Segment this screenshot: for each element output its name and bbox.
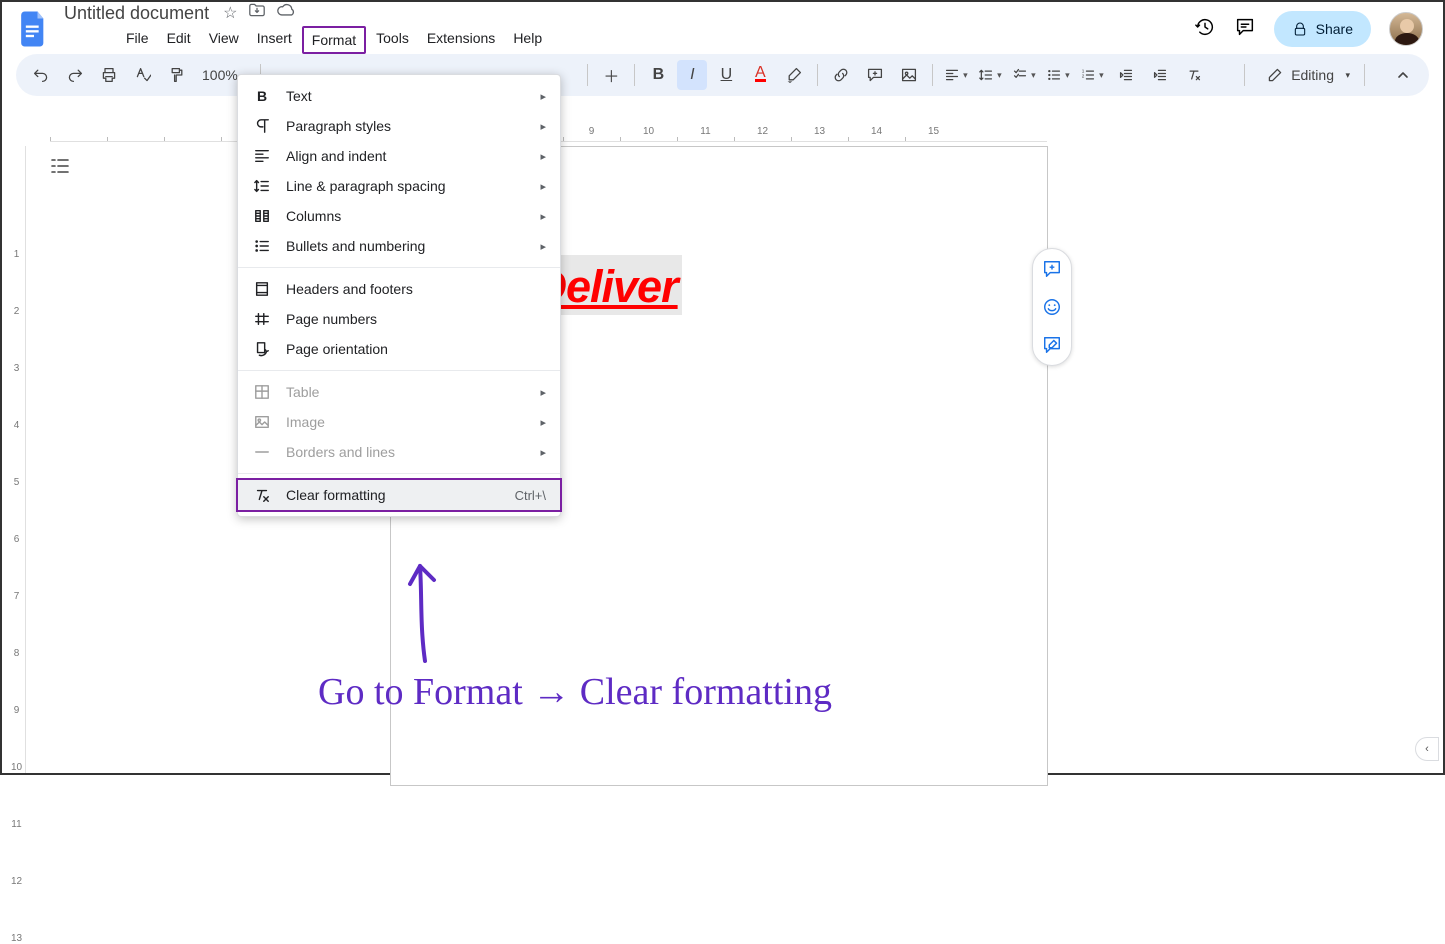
menu-file[interactable]: File xyxy=(118,26,157,54)
share-button[interactable]: Share xyxy=(1274,11,1371,47)
align-button[interactable] xyxy=(941,60,971,90)
outline-toggle-button[interactable] xyxy=(46,152,74,180)
document-title[interactable]: Untitled document xyxy=(58,1,215,26)
title-area: Untitled document ☆ File Edit View Inser… xyxy=(58,1,1194,58)
redo-button[interactable] xyxy=(60,60,90,90)
menu-insert[interactable]: Insert xyxy=(249,26,300,54)
annotation-arrow xyxy=(400,556,450,666)
comments-icon[interactable] xyxy=(1234,16,1256,43)
separator xyxy=(932,64,933,86)
history-icon[interactable] xyxy=(1194,16,1216,43)
docs-logo-icon[interactable] xyxy=(14,9,54,49)
menu-view[interactable]: View xyxy=(201,26,247,54)
spellcheck-button[interactable] xyxy=(128,60,158,90)
separator xyxy=(238,267,560,268)
header: Untitled document ☆ File Edit View Inser… xyxy=(2,2,1443,50)
increase-indent-button[interactable] xyxy=(1145,60,1175,90)
italic-button[interactable]: I xyxy=(677,60,707,90)
menubar: File Edit View Insert Format Tools Exten… xyxy=(58,26,1194,58)
annotation-text: Go to Format → Clear formatting xyxy=(318,670,832,714)
undo-button[interactable] xyxy=(26,60,56,90)
menu-headers-footers[interactable]: Headers and footers xyxy=(238,274,560,304)
add-comment-icon[interactable] xyxy=(1040,257,1064,281)
menu-text[interactable]: BText▸ xyxy=(238,81,560,111)
menu-image: Image▸ xyxy=(238,407,560,437)
separator xyxy=(817,64,818,86)
checklist-button[interactable] xyxy=(1009,60,1039,90)
add-comment-button[interactable] xyxy=(860,60,890,90)
menu-page-orientation[interactable]: Page orientation xyxy=(238,334,560,364)
menu-clear-formatting[interactable]: Clear formattingCtrl+\ xyxy=(236,478,562,512)
menu-format[interactable]: Format xyxy=(302,26,366,54)
menu-edit[interactable]: Edit xyxy=(159,26,199,54)
separator xyxy=(1244,64,1245,86)
editing-mode-label: Editing xyxy=(1291,67,1334,83)
menu-line-spacing[interactable]: Line & paragraph spacing▸ xyxy=(238,171,560,201)
editing-mode-button[interactable]: Editing xyxy=(1259,67,1350,83)
print-button[interactable] xyxy=(94,60,124,90)
numbered-list-button[interactable]: 12 xyxy=(1077,60,1107,90)
move-icon[interactable] xyxy=(249,3,265,23)
separator xyxy=(634,64,635,86)
star-icon[interactable]: ☆ xyxy=(223,3,237,23)
vertical-ruler[interactable]: 12345678910111213 xyxy=(8,146,26,773)
separator xyxy=(238,370,560,371)
clear-formatting-button[interactable] xyxy=(1179,60,1209,90)
line-spacing-button[interactable] xyxy=(975,60,1005,90)
underline-button[interactable]: U xyxy=(711,60,741,90)
decrease-indent-button[interactable] xyxy=(1111,60,1141,90)
menu-paragraph-styles[interactable]: Paragraph styles▸ xyxy=(238,111,560,141)
menu-columns[interactable]: Columns▸ xyxy=(238,201,560,231)
separator xyxy=(587,64,588,86)
toolbar: 100% ＋ B I U A 12 Editing xyxy=(16,54,1429,96)
separator xyxy=(238,473,560,474)
menu-align-indent[interactable]: Align and indent▸ xyxy=(238,141,560,171)
collapse-toolbar-button[interactable] xyxy=(1387,59,1419,91)
emoji-react-icon[interactable] xyxy=(1040,295,1064,319)
paint-format-button[interactable] xyxy=(162,60,192,90)
side-comment-tools xyxy=(1032,248,1072,366)
menu-page-numbers[interactable]: Page numbers xyxy=(238,304,560,334)
header-right: Share xyxy=(1194,11,1431,47)
share-label: Share xyxy=(1316,21,1353,37)
insert-link-button[interactable] xyxy=(826,60,856,90)
insert-image-button[interactable] xyxy=(894,60,924,90)
side-panel-toggle[interactable]: ‹ xyxy=(1415,737,1439,761)
text-color-button[interactable]: A xyxy=(745,60,775,90)
menu-borders-lines: Borders and lines▸ xyxy=(238,437,560,467)
cloud-status-icon[interactable] xyxy=(277,3,295,23)
menu-bullets-numbering[interactable]: Bullets and numbering▸ xyxy=(238,231,560,261)
avatar[interactable] xyxy=(1389,12,1423,46)
menu-extensions[interactable]: Extensions xyxy=(419,26,503,54)
separator xyxy=(1364,64,1365,86)
suggest-edit-icon[interactable] xyxy=(1040,333,1064,357)
svg-text:2: 2 xyxy=(1082,73,1085,78)
bold-button[interactable]: B xyxy=(643,60,673,90)
format-menu-dropdown: BText▸ Paragraph styles▸ Align and inden… xyxy=(237,74,561,517)
menu-table: Table▸ xyxy=(238,377,560,407)
font-size-plus-button[interactable]: ＋ xyxy=(596,60,626,90)
menu-tools[interactable]: Tools xyxy=(368,26,417,54)
menu-help[interactable]: Help xyxy=(505,26,550,54)
bulleted-list-button[interactable] xyxy=(1043,60,1073,90)
highlight-color-button[interactable] xyxy=(779,60,809,90)
